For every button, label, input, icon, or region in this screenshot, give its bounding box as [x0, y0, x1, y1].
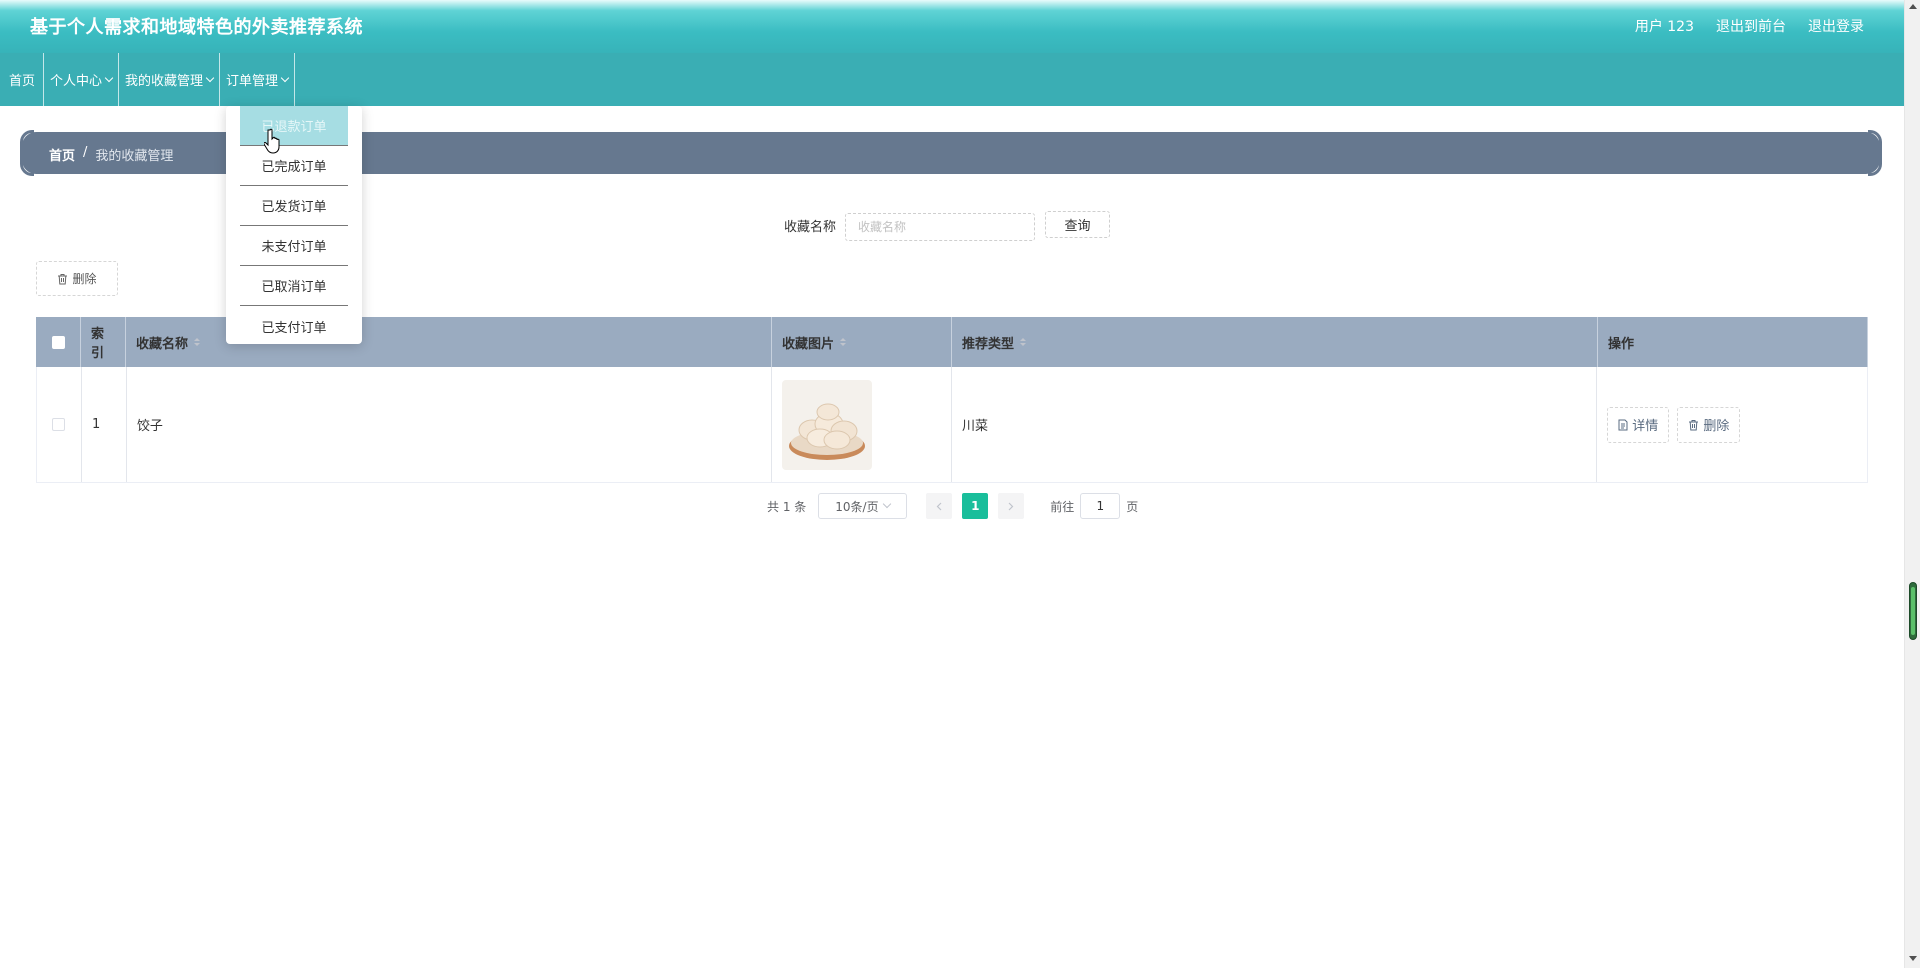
- search-label: 收藏名称: [784, 220, 837, 235]
- header-image-label: 收藏图片: [782, 336, 835, 352]
- row-image-cell: [772, 367, 953, 482]
- nav-home-label: 首页: [9, 74, 36, 89]
- sort-icon[interactable]: [194, 338, 201, 346]
- detail-label: 详情: [1632, 419, 1659, 434]
- scroll-down-arrow-icon[interactable]: [1909, 956, 1917, 961]
- nav-orders-label: 订单管理: [226, 74, 279, 89]
- chevron-down-icon: [280, 73, 290, 82]
- next-page-button[interactable]: [998, 493, 1025, 519]
- user-label[interactable]: 用户 123: [1635, 16, 1694, 36]
- page-number-current[interactable]: 1: [962, 493, 989, 519]
- page-suffix: 页: [1126, 499, 1139, 514]
- nav-favorites-label: 我的收藏管理: [125, 74, 204, 89]
- breadcrumb-home[interactable]: 首页: [49, 145, 75, 164]
- hand-cursor-icon: [264, 128, 280, 154]
- prev-page-button[interactable]: [926, 493, 953, 519]
- nav-personal-center-label: 个人中心: [50, 74, 103, 89]
- row-delete-label: 删除: [1703, 419, 1730, 434]
- chevron-right-icon: [1008, 502, 1014, 510]
- select-all-checkbox[interactable]: [51, 335, 65, 349]
- row-index: 1: [82, 367, 127, 482]
- breadcrumb-current: 我的收藏管理: [95, 149, 174, 164]
- row-delete-button[interactable]: 删除: [1677, 406, 1741, 443]
- app-title: 基于个人需求和地域特色的外卖推荐系统: [30, 17, 363, 38]
- menu-item-shipped-orders[interactable]: 已发货订单: [240, 186, 348, 226]
- chevron-left-icon: [936, 502, 942, 510]
- header-ops-label: 操作: [1608, 336, 1635, 352]
- main-nav: 首页 个人中心 我的收藏管理 订单管理: [0, 53, 1904, 106]
- header-index: 索引: [81, 317, 126, 367]
- table-row: 1 饺子 川菜 详情 删除: [36, 367, 1868, 483]
- query-button[interactable]: 查询: [1045, 211, 1110, 238]
- scroll-up-arrow-icon[interactable]: [1909, 4, 1917, 9]
- page-size-value: 10条/页: [835, 499, 879, 514]
- chevron-down-icon: [883, 499, 892, 509]
- goto-page-input[interactable]: 1: [1080, 493, 1121, 519]
- breadcrumb-separator: /: [83, 145, 88, 160]
- sort-icon[interactable]: [840, 338, 847, 346]
- chevron-down-icon: [104, 73, 114, 82]
- breadcrumb-bracket-right: [1868, 130, 1882, 176]
- row-checkbox-cell: [37, 367, 82, 482]
- breadcrumb: 首页 / 我的收藏管理: [49, 145, 173, 164]
- batch-delete-button[interactable]: 删除: [36, 261, 118, 296]
- nav-home[interactable]: 首页: [0, 53, 43, 106]
- row-ops: 详情 删除: [1597, 367, 1867, 482]
- row-type: 川菜: [952, 367, 1598, 482]
- header-links: 用户 123 退出到前台 退出登录: [1635, 16, 1864, 36]
- sort-icon[interactable]: [1020, 338, 1027, 346]
- chevron-down-icon: [205, 73, 215, 82]
- nav-divider: [294, 53, 296, 106]
- header-type-label: 推荐类型: [962, 336, 1015, 352]
- trash-icon: [58, 273, 68, 284]
- header-index-label: 索引: [91, 327, 105, 361]
- menu-item-refunded-orders[interactable]: 已退款订单: [240, 106, 348, 146]
- header-type[interactable]: 推荐类型: [952, 317, 1598, 367]
- menu-item-paid-orders[interactable]: 已支付订单: [240, 306, 348, 346]
- header-ops: 操作: [1598, 317, 1868, 367]
- top-header: 基于个人需求和地域特色的外卖推荐系统 用户 123 退出到前台 退出登录: [0, 0, 1904, 53]
- row-checkbox[interactable]: [52, 418, 66, 431]
- menu-item-cancelled-orders[interactable]: 已取消订单: [240, 266, 348, 306]
- nav-personal-center[interactable]: 个人中心: [44, 53, 118, 106]
- page-scrollbar[interactable]: [1904, 0, 1920, 968]
- row-name: 饺子: [127, 367, 773, 482]
- header-name-label: 收藏名称: [136, 336, 189, 352]
- search-input[interactable]: [845, 213, 1035, 241]
- document-icon: [1618, 419, 1628, 430]
- nav-favorites[interactable]: 我的收藏管理: [119, 53, 219, 106]
- exit-front-link[interactable]: 退出到前台: [1716, 16, 1786, 36]
- header-image[interactable]: 收藏图片: [772, 317, 952, 367]
- menu-item-unpaid-orders[interactable]: 未支付订单: [240, 226, 348, 266]
- batch-delete-label: 删除: [72, 272, 97, 286]
- order-menu-dropdown: 已退款订单 已完成订单 已发货订单 未支付订单 已取消订单 已支付订单: [226, 106, 362, 344]
- pagination-total: 共 1 条: [767, 499, 807, 514]
- dumplings-photo: [782, 379, 873, 470]
- header-checkbox-cell: [36, 317, 81, 367]
- trash-icon: [1689, 419, 1699, 430]
- menu-item-completed-orders[interactable]: 已完成订单: [240, 146, 348, 186]
- goto-label: 前往: [1050, 499, 1075, 514]
- detail-button[interactable]: 详情: [1607, 406, 1670, 443]
- page-size-select[interactable]: 10条/页: [818, 493, 908, 519]
- logout-link[interactable]: 退出登录: [1808, 16, 1864, 36]
- pagination: 共 1 条 10条/页 1 前往 1 页: [767, 493, 1138, 519]
- scrollbar-thumb[interactable]: [1909, 582, 1917, 640]
- nav-orders[interactable]: 订单管理: [220, 53, 294, 106]
- header-name[interactable]: 收藏名称: [126, 317, 772, 367]
